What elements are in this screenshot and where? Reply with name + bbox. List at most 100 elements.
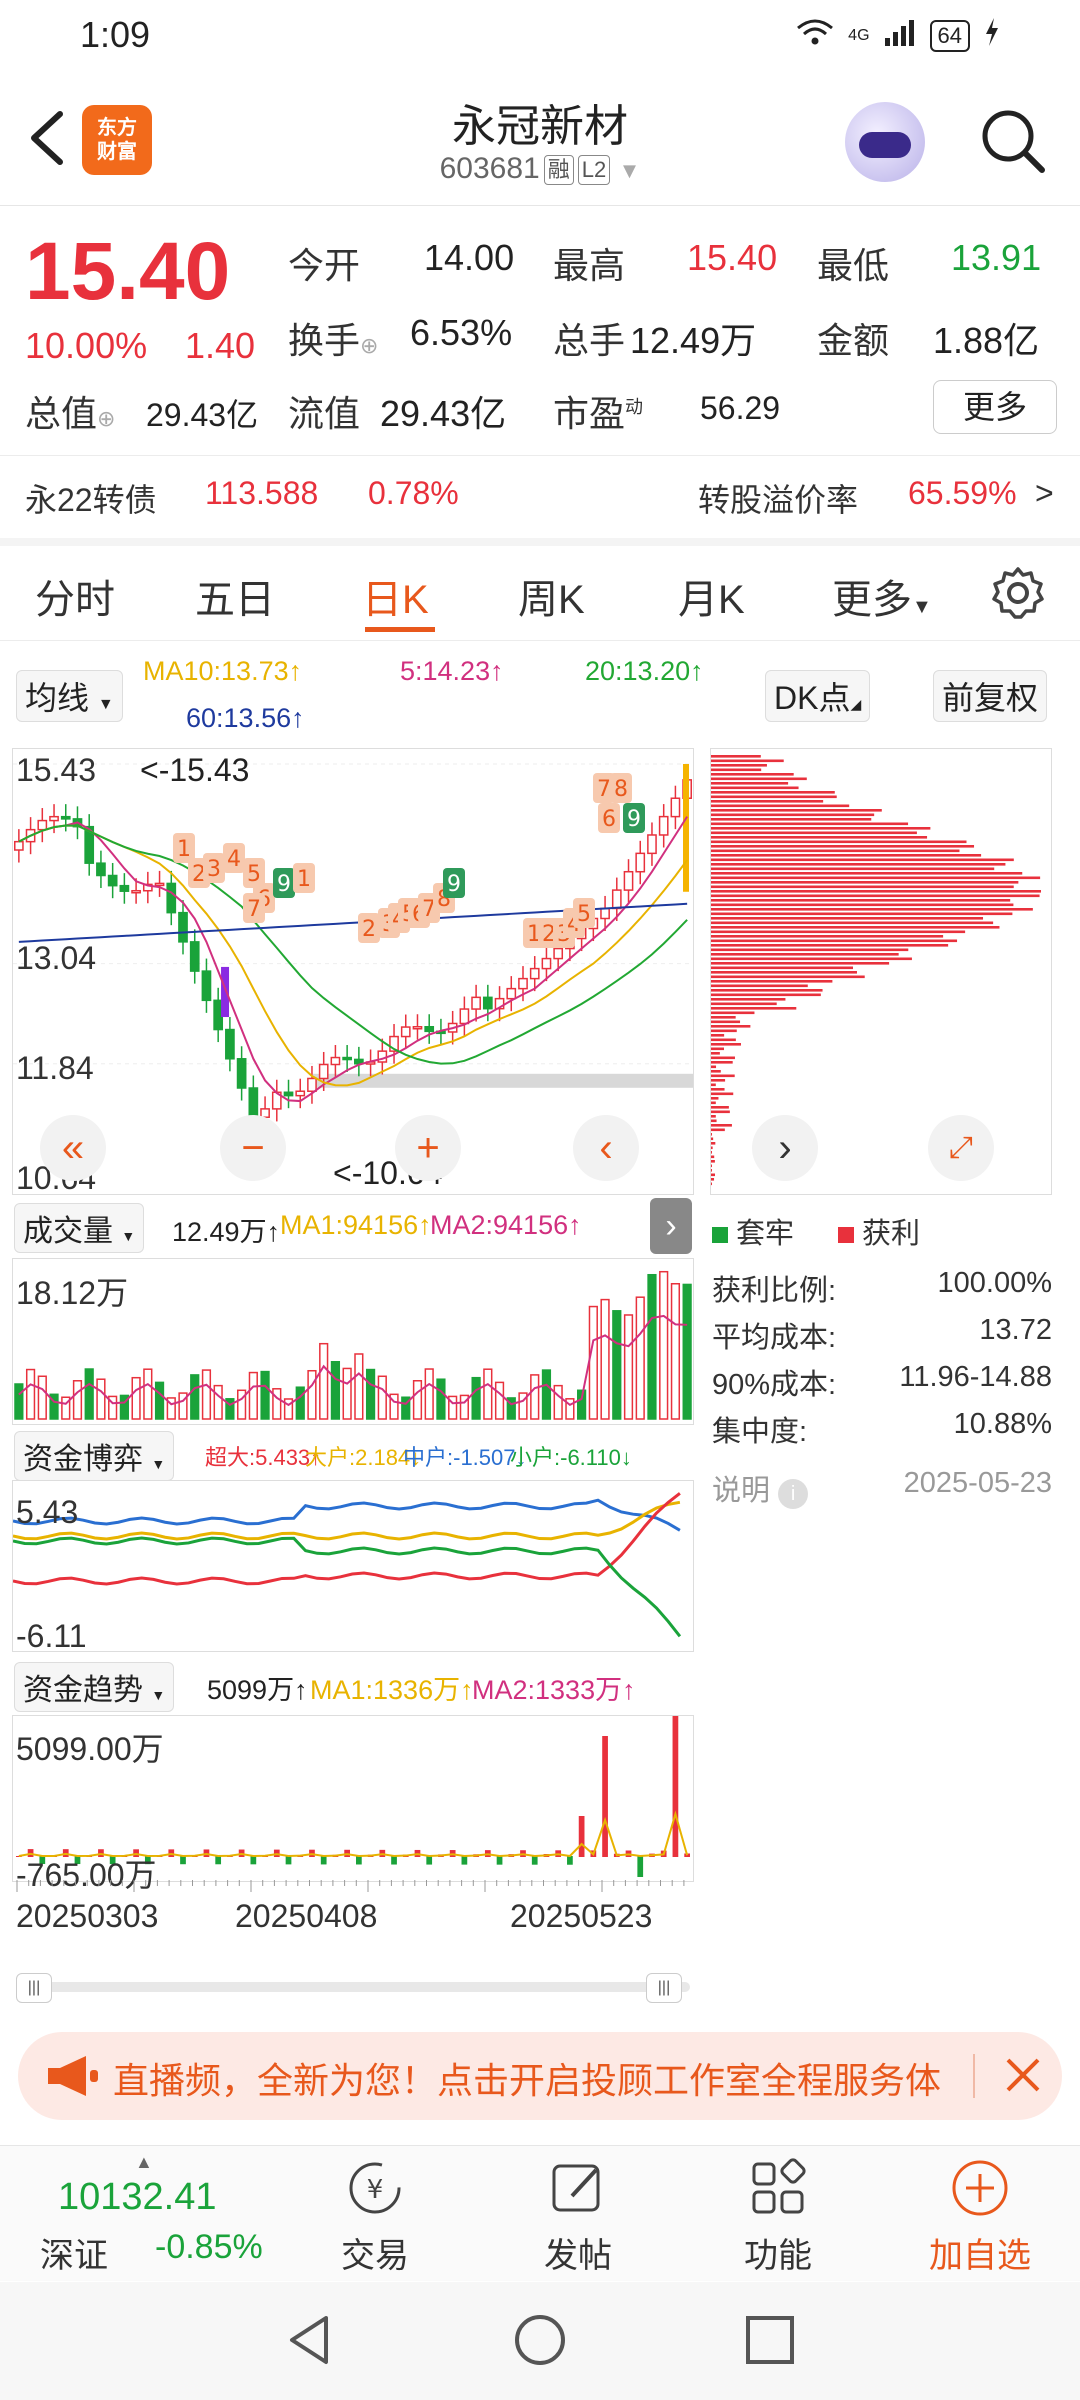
- chip-bar: [711, 1002, 777, 1006]
- indicator-select[interactable]: 均线 ▼: [16, 670, 123, 722]
- chip-bar: [711, 921, 994, 925]
- volume-ma2: MA2:94156↑: [430, 1210, 582, 1240]
- date-ticks: [12, 1880, 692, 1894]
- chip-bar: [711, 854, 982, 857]
- candle-body: [647, 834, 657, 855]
- capital-trend-bar: [320, 1856, 327, 1865]
- range-scrollbar[interactable]: [16, 1982, 690, 1992]
- candle-body: [283, 1091, 294, 1097]
- capital-trend-bar: [426, 1856, 433, 1865]
- ma20-readout: 20:13.20↑: [585, 656, 704, 686]
- candle-body: [107, 874, 118, 887]
- special-candle: [221, 966, 230, 1018]
- capital-game-line: [12, 1536, 682, 1638]
- concentration-value: 10.88%: [953, 1408, 1052, 1440]
- adjust-select[interactable]: 前复权: [933, 670, 1048, 722]
- signal-icon: [884, 18, 916, 53]
- volume-bar: [635, 1296, 645, 1420]
- ma10-line: [18, 824, 688, 1087]
- low-value: 13.91: [951, 237, 1042, 278]
- volume-bar: [248, 1371, 258, 1420]
- tab-daily-k[interactable]: 日K: [362, 567, 429, 625]
- promo-banner[interactable]: 直播频，全新为您！点击开启投顾工作室全程服务体: [18, 2032, 1062, 2120]
- candle-body: [295, 1090, 306, 1097]
- dk-marker: 5: [577, 902, 591, 927]
- info-icon: ⊕: [97, 406, 116, 431]
- tab-more[interactable]: 更多▼: [832, 567, 932, 625]
- last-price: 15.40: [25, 226, 231, 317]
- capital-game-select[interactable]: 资金博弈 ▼: [14, 1431, 175, 1481]
- candle-body: [482, 996, 493, 1010]
- expand-indicators-button[interactable]: ›: [650, 1198, 692, 1254]
- system-home-icon[interactable]: [512, 2312, 568, 2373]
- limit-up-candle: [683, 764, 689, 892]
- zoom-in-button[interactable]: +: [395, 1115, 461, 1181]
- capital-trend-bar: [391, 1856, 397, 1865]
- volume-bar: [190, 1374, 200, 1420]
- tab-intraday[interactable]: 分时: [35, 567, 115, 625]
- candle-body: [14, 840, 24, 851]
- chevron-right-icon[interactable]: >: [1035, 475, 1054, 512]
- tab-five-day[interactable]: 五日: [195, 567, 275, 625]
- chip-bar: [711, 1052, 720, 1055]
- index-change: -0.85%: [155, 2228, 263, 2266]
- dk-marker: 4: [227, 847, 241, 872]
- tab-monthly-k[interactable]: 月K: [678, 567, 745, 625]
- search-icon[interactable]: [978, 106, 1048, 176]
- capital-trend-bar: [637, 1856, 644, 1877]
- tab-weekly-k[interactable]: 周K: [518, 567, 585, 625]
- bond-name[interactable]: 永22转债: [25, 475, 157, 521]
- more-quote-button[interactable]: 更多: [933, 380, 1057, 434]
- capital-trend-bar: [672, 1716, 679, 1857]
- pe-dynamic-mark: 动: [625, 397, 644, 417]
- turnover-value: 6.53%: [410, 312, 513, 353]
- volume-bar: [272, 1388, 282, 1420]
- close-icon[interactable]: [998, 2050, 1048, 2105]
- chip-bar: [711, 1025, 751, 1028]
- cost90-value: 11.96-14.88: [899, 1361, 1052, 1393]
- fullscreen-button[interactable]: ⤢: [928, 1115, 994, 1181]
- volume-bar: [131, 1376, 141, 1420]
- ma5-line: [18, 816, 688, 1103]
- robot-assistant-avatar[interactable]: [845, 102, 925, 182]
- gear-icon[interactable]: [990, 565, 1046, 626]
- fast-backward-button[interactable]: «: [40, 1115, 106, 1181]
- volume-select[interactable]: 成交量 ▼: [14, 1203, 145, 1253]
- nav-function[interactable]: 功能: [708, 2146, 848, 2281]
- zoom-out-button[interactable]: −: [220, 1115, 286, 1181]
- svg-text:¥: ¥: [367, 2175, 384, 2205]
- step-back-button[interactable]: ‹: [573, 1115, 639, 1181]
- capital-trend-select[interactable]: 资金趋势 ▼: [14, 1662, 175, 1712]
- capital-game-chart[interactable]: [12, 1480, 694, 1652]
- range-handle-right[interactable]: |||: [646, 1973, 682, 2003]
- dk-marker: 8: [614, 777, 628, 802]
- nav-post[interactable]: 发帖: [508, 2146, 648, 2281]
- chip-bar: [711, 1083, 716, 1087]
- battery-icon: 64: [929, 19, 970, 52]
- nav-add-watchlist[interactable]: 加自选: [910, 2146, 1050, 2281]
- ma60-readout: 60:13.56↑: [186, 703, 305, 733]
- chip-bar: [711, 912, 1013, 916]
- dk-point-toggle[interactable]: DK点◢: [765, 670, 871, 722]
- chip-next-button[interactable]: ›: [752, 1115, 818, 1181]
- volume-bar: [295, 1386, 305, 1420]
- candle-body: [342, 1056, 352, 1061]
- capital-game-y-top: 5.43: [16, 1494, 79, 1530]
- volume-bar: [612, 1310, 622, 1420]
- turnover-label[interactable]: 换手⊕: [288, 312, 378, 364]
- capital-game-line: [12, 1498, 681, 1532]
- mktcap-label[interactable]: 总值⊕: [25, 385, 115, 437]
- system-back-icon[interactable]: [282, 2312, 338, 2373]
- chip-note-row[interactable]: 说明 i 2025-05-23: [712, 1467, 1052, 1509]
- corner-triangle-icon: ◢: [850, 696, 862, 712]
- info-icon: i: [778, 1479, 809, 1509]
- capital-trend-bar: [461, 1856, 468, 1865]
- chip-bar: [711, 1142, 716, 1145]
- nav-trade[interactable]: ¥ 交易: [305, 2146, 445, 2281]
- range-handle-left[interactable]: |||: [16, 1973, 52, 2003]
- chip-bar: [711, 980, 833, 983]
- pe-label: 市盈动: [553, 393, 644, 434]
- system-recents-icon[interactable]: [742, 2312, 798, 2373]
- caret-up-icon: ▲: [135, 2152, 153, 2172]
- index-widget[interactable]: ▲ 10132.41 深证 -0.85%: [0, 2146, 300, 2281]
